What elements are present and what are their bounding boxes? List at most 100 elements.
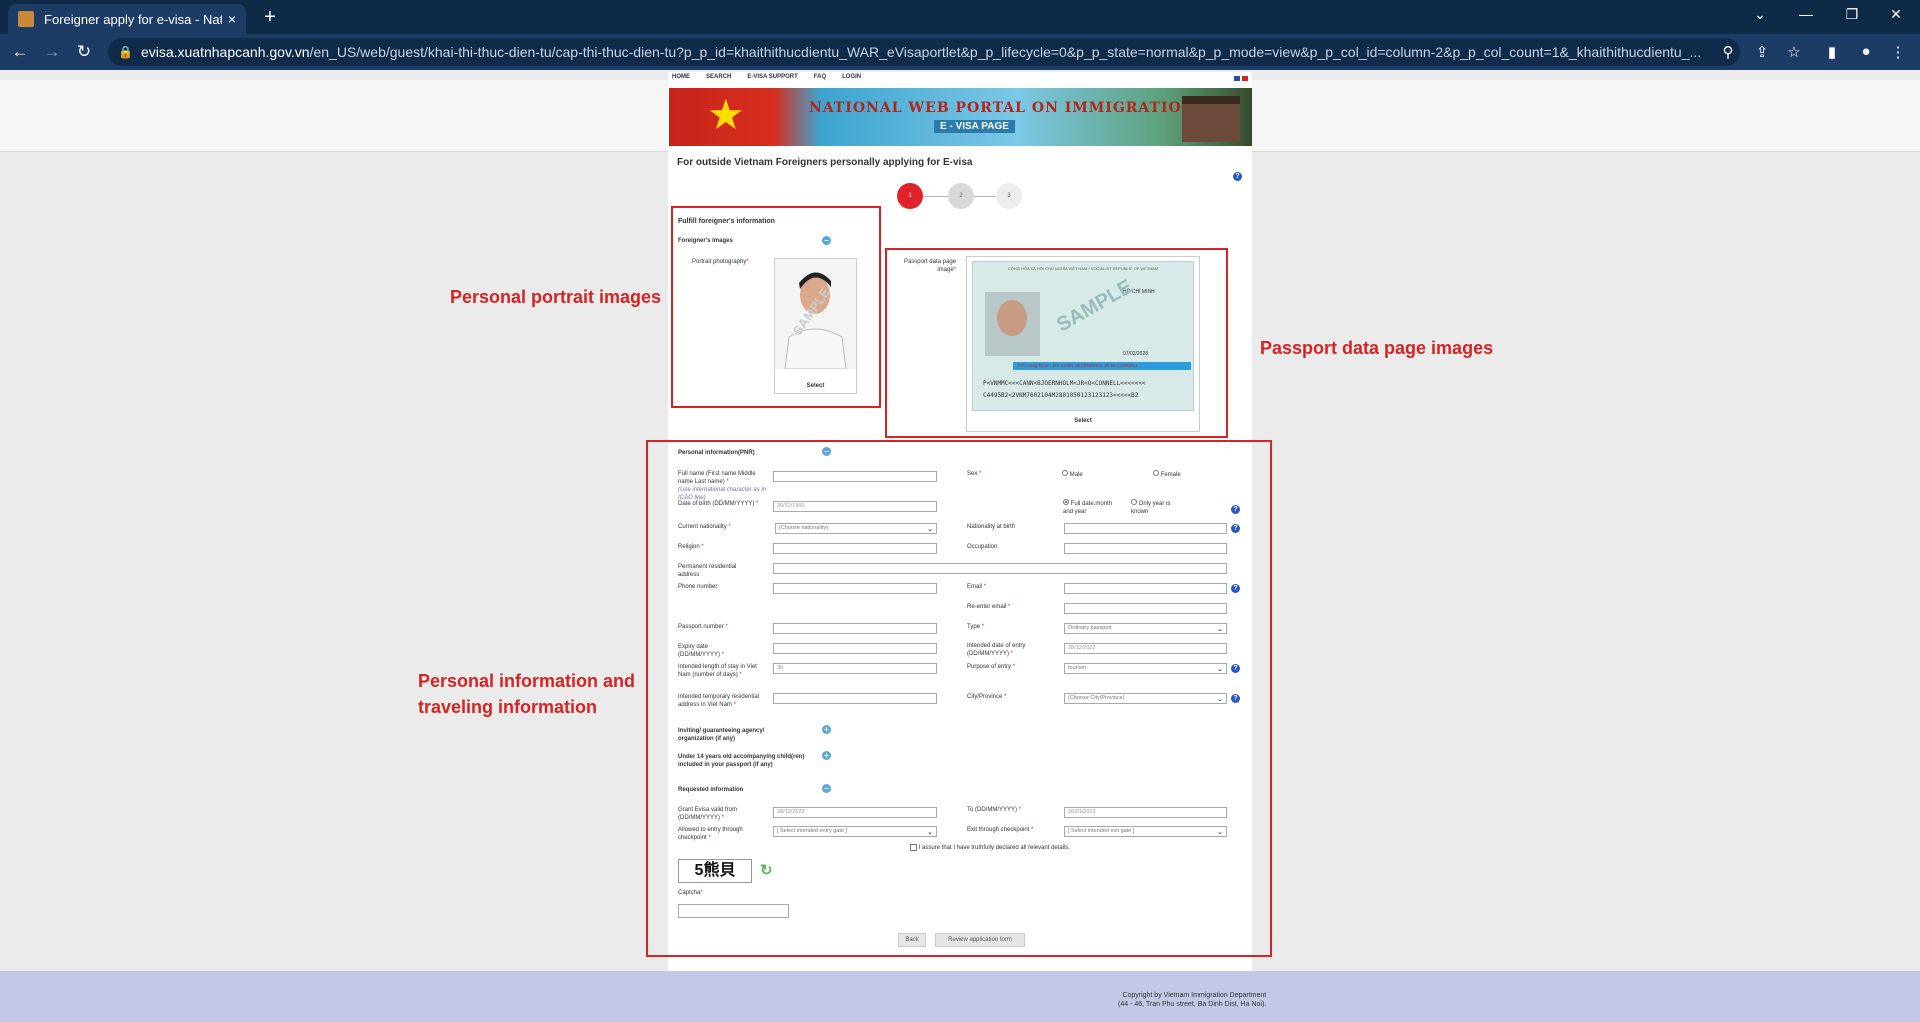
city-help-icon[interactable]: ? <box>1231 694 1240 703</box>
tab-close-icon[interactable]: × <box>228 11 236 27</box>
type-select[interactable]: Ordinary passport ⌄ <box>1064 623 1227 634</box>
expiry-input[interactable] <box>773 643 937 654</box>
collapse-requested-icon[interactable]: − <box>822 784 831 793</box>
passport-upload[interactable]: CỘNG HÒA XÃ HỘI CHỦ NGHĨA VIỆT NAM / SOC… <box>966 256 1200 432</box>
review-button[interactable]: Review application form <box>935 933 1025 947</box>
exit-checkpoint-select[interactable]: [ Select intended exit gate ] ⌄ <box>1064 826 1227 837</box>
passport-select[interactable]: Select <box>967 417 1199 425</box>
dob-help-icon[interactable]: ? <box>1231 505 1240 514</box>
male-radio[interactable] <box>1062 470 1068 476</box>
assure-checkbox[interactable] <box>910 844 917 851</box>
bookmark-star-icon[interactable]: ☆ <box>1784 43 1804 61</box>
only-year-option[interactable]: Only year is known <box>1131 499 1181 516</box>
back-icon[interactable]: ← <box>10 42 30 62</box>
phone-label: Phone number <box>678 584 718 590</box>
full-date-option[interactable]: Full date,month and year <box>1063 499 1123 516</box>
collapse-personal-icon[interactable]: − <box>822 447 831 456</box>
intended-entry-input[interactable]: 28/12/2022 <box>1064 643 1227 654</box>
forward-icon[interactable]: → <box>42 42 62 62</box>
only-year-radio[interactable] <box>1131 499 1137 505</box>
email-help-icon[interactable]: ? <box>1231 584 1240 593</box>
nav-login[interactable]: LOGIN <box>842 74 861 86</box>
to-input[interactable]: 26/01/2023 <box>1064 807 1227 818</box>
dob-label: Date of birth (DD/MM/YYYY) * <box>678 501 759 507</box>
reemail-input[interactable] <box>1064 603 1227 614</box>
favicon-icon <box>18 11 34 27</box>
nationality-birth-input[interactable] <box>1064 523 1227 534</box>
portrait-select[interactable]: Select <box>775 382 856 390</box>
grant-from-input[interactable]: 28/12/2022 <box>773 807 937 818</box>
portrait-upload[interactable]: SAMPLE Select <box>774 258 857 394</box>
lock-icon: 🔒 <box>118 45 133 59</box>
full-name-input[interactable] <box>773 471 937 482</box>
sex-female-option[interactable]: Female <box>1153 470 1181 479</box>
passport-number-input[interactable] <box>773 623 937 634</box>
expand-inviting-icon[interactable]: + <box>822 725 831 734</box>
nav-evisa-support[interactable]: E-VISA SUPPORT <box>747 74 797 86</box>
nationality-help-icon[interactable]: ? <box>1231 524 1240 533</box>
minimize-icon[interactable]: — <box>1794 6 1818 22</box>
personal-section-title: Personal information(PNR) <box>678 450 755 456</box>
requested-label: Requested information <box>678 787 744 793</box>
zoom-icon[interactable]: ⚲ <box>1718 43 1738 61</box>
profile-icon[interactable]: ● <box>1856 43 1876 60</box>
expiry-label: Expiry date (DD/MM/YYYY) * <box>678 644 725 658</box>
length-stay-label: Intended length of stay in Viet Nam (num… <box>678 664 757 678</box>
current-nationality-select[interactable]: (Choose nationality) ⌄ <box>775 523 937 534</box>
menu-icon[interactable]: ⋮ <box>1888 43 1908 61</box>
page-footer: Copyright by Vietnam Immigration Departm… <box>0 971 1920 1022</box>
passport-mrz-1: P<VNMMC<<<CANN<BJOERNHOLM<JR<O<CONNELL<<… <box>983 380 1146 387</box>
religion-label: Religion * <box>678 544 704 550</box>
dob-input[interactable]: 20/12/1990 <box>773 501 937 512</box>
portrait-annotation: Personal portrait images <box>450 287 662 307</box>
back-button[interactable]: Back <box>898 933 926 947</box>
captcha-input[interactable] <box>678 904 789 918</box>
temp-address-input[interactable] <box>773 693 937 704</box>
temp-address-label: Intended temporary residential address i… <box>678 694 760 708</box>
permanent-address-label: Permanent residential address <box>678 564 737 578</box>
banner-subtitle: E - VISA PAGE <box>934 120 1015 133</box>
portrait-photo: SAMPLE <box>775 259 856 370</box>
tab-search-icon[interactable]: ⌄ <box>1748 6 1772 23</box>
phone-input[interactable] <box>773 583 937 594</box>
expand-children-icon[interactable]: + <box>822 751 831 760</box>
window-close-icon[interactable]: ✕ <box>1884 6 1908 23</box>
purpose-help-icon[interactable]: ? <box>1231 664 1240 673</box>
sex-male-option[interactable]: Male <box>1062 470 1083 479</box>
exit-checkpoint-label: Exit through checkpoint * <box>967 827 1034 833</box>
banner-title: NATIONAL WEB PORTAL ON IMMIGRATION <box>809 100 1196 116</box>
new-tab-button[interactable]: + <box>258 6 282 29</box>
share-icon[interactable]: ⇪ <box>1752 43 1772 61</box>
intended-entry-label: Intended date of entry (DD/MM/YYYY) * <box>967 643 1026 657</box>
length-stay-input[interactable]: 30 <box>773 663 937 674</box>
city-select[interactable]: (Choose City/Province) ⌄ <box>1064 693 1227 704</box>
full-name-label: Full name (First name Middle name Last n… <box>678 471 767 501</box>
to-label: To (DD/MM/YYYY) * <box>967 807 1022 813</box>
reload-icon[interactable]: ↻ <box>74 42 94 62</box>
captcha-image: 5熊貝 <box>678 859 752 883</box>
url-bar[interactable]: 🔒 evisa.xuatnhapcanh.gov.vn /en_US/web/g… <box>108 38 1740 66</box>
religion-input[interactable] <box>773 543 937 554</box>
personal-annotation: Personal information and traveling infor… <box>418 671 636 717</box>
collapse-images-icon[interactable]: − <box>822 236 831 245</box>
nav-search[interactable]: SEARCH <box>706 74 731 86</box>
nav-home[interactable]: HOME <box>672 74 690 86</box>
email-input[interactable] <box>1064 583 1227 594</box>
entry-checkpoint-select[interactable]: [ Select intended entry gate ] ⌄ <box>773 826 937 837</box>
occupation-input[interactable] <box>1064 543 1227 554</box>
browser-tab[interactable]: Foreigner apply for e-visa - Natic × <box>8 4 246 34</box>
occupation-label: Occupation <box>967 544 998 550</box>
sidepanel-icon[interactable]: ▮ <box>1822 43 1842 61</box>
female-radio[interactable] <box>1153 470 1159 476</box>
passport-header: CỘNG HÒA XÃ HỘI CHỦ NGHĨA VIỆT NAM / SOC… <box>1007 266 1159 271</box>
passport-image: CỘNG HÒA XÃ HỘI CHỦ NGHĨA VIỆT NAM / SOC… <box>972 261 1194 411</box>
english-flag-icon[interactable] <box>1234 76 1240 81</box>
permanent-address-input[interactable] <box>773 563 1227 574</box>
full-date-radio[interactable] <box>1063 499 1069 505</box>
nav-faq[interactable]: FAQ <box>814 74 826 86</box>
refresh-captcha-icon[interactable]: ↻ <box>760 861 773 879</box>
purpose-select[interactable]: tourism ⌄ <box>1064 663 1227 674</box>
vietnam-flag-icon[interactable] <box>1242 76 1248 81</box>
help-icon[interactable]: ? <box>1233 172 1242 181</box>
restore-icon[interactable]: ❐ <box>1840 6 1864 23</box>
